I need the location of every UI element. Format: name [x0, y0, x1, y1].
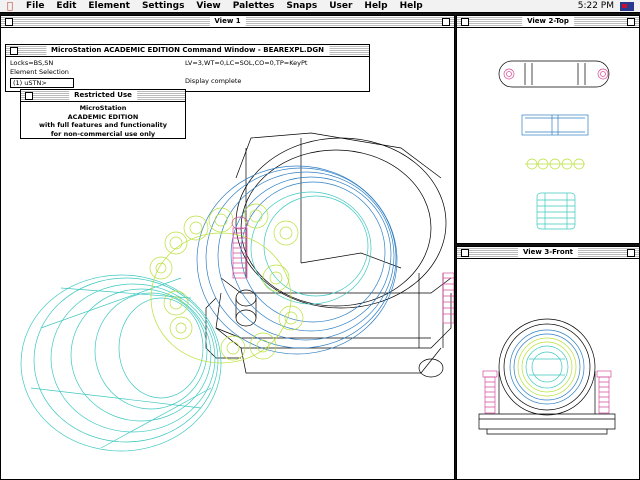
menu-help[interactable]: Help [358, 0, 393, 13]
restricted-line-2: ACADEMIC EDITION [67, 112, 139, 121]
ball-cage-wireframe [149, 203, 304, 364]
outer-race-wireframe [196, 165, 398, 355]
menu-palettes[interactable]: Palettes [227, 0, 281, 13]
menu-element[interactable]: Element [82, 0, 136, 13]
view2-canvas[interactable] [457, 28, 639, 244]
menu-view[interactable]: View [190, 0, 226, 13]
message-status: Display complete [185, 77, 242, 85]
view3-close-box[interactable] [461, 249, 469, 257]
view1-titlebar[interactable]: View 1 [1, 16, 454, 28]
view3-zoom-box[interactable] [627, 249, 635, 257]
command-prompt-input[interactable]: (1) uSTN> [10, 78, 74, 88]
restricted-use-close-box[interactable] [25, 92, 33, 100]
menu-file[interactable]: File [20, 0, 50, 13]
command-window-titlebar[interactable]: MicroStation ACADEMIC EDITION Command Wi… [6, 45, 369, 57]
menu-bar:  File Edit Element Settings View Palett… [0, 0, 640, 13]
clock: 5:22 PM [577, 1, 614, 11]
menu-help-2[interactable]: Help [394, 0, 429, 13]
top-bolt-holes [503, 68, 609, 80]
front-sleeve-outline [525, 345, 569, 389]
view2-titlebar[interactable]: View 2-Top [457, 16, 639, 28]
top-housing-outline [498, 60, 610, 88]
bolts-wireframe [231, 216, 454, 324]
restricted-use-window[interactable]: Restricted Use MicroStation ACADEMIC EDI… [20, 89, 186, 139]
menu-snaps[interactable]: Snaps [280, 0, 323, 13]
restricted-line-1: MicroStation [79, 104, 127, 112]
command-window-title: MicroStation ACADEMIC EDITION Command Wi… [45, 45, 330, 56]
view1-close-box[interactable] [5, 18, 13, 26]
restricted-line-4: for non-commercial use only [50, 129, 156, 138]
housing-wireframe [205, 132, 452, 378]
front-housing-outline [478, 318, 616, 435]
view3-window[interactable]: View 3-Front [456, 246, 640, 480]
top-race-outline [521, 114, 589, 136]
apple-menu-icon[interactable]:  [0, 1, 20, 12]
view2-title: View 2-Top [522, 16, 574, 27]
view2-window[interactable]: View 2-Top [456, 15, 640, 244]
level-status: LV=3,WT=0,LC=SOL,CO=0,TP=KeyPt [185, 59, 308, 67]
restricted-use-titlebar[interactable]: Restricted Use [21, 90, 185, 102]
view2-close-box[interactable] [461, 18, 469, 26]
top-sleeve-outline [536, 192, 576, 230]
restricted-line-3: with full features and functionality [39, 121, 167, 129]
view1-title: View 1 [209, 16, 246, 27]
view1-zoom-box[interactable] [442, 18, 450, 26]
view3-titlebar[interactable]: View 3-Front [457, 247, 639, 259]
keyboard-flag-icon[interactable] [620, 1, 634, 11]
restricted-use-title: Restricted Use [69, 90, 137, 101]
front-ball-ring [517, 337, 577, 397]
top-ball-row [525, 158, 585, 170]
view3-title: View 3-Front [517, 247, 579, 258]
locks-status: Locks=BS,SN [10, 59, 54, 67]
menu-edit[interactable]: Edit [50, 0, 82, 13]
command-window-close-box[interactable] [10, 47, 18, 55]
command-window[interactable]: MicroStation ACADEMIC EDITION Command Wi… [5, 44, 370, 92]
menu-settings[interactable]: Settings [136, 0, 190, 13]
view3-canvas[interactable] [457, 259, 639, 480]
tool-status: Element Selection [10, 68, 69, 76]
menu-user[interactable]: User [323, 0, 358, 13]
view2-zoom-box[interactable] [627, 18, 635, 26]
front-race-outline [509, 329, 585, 405]
